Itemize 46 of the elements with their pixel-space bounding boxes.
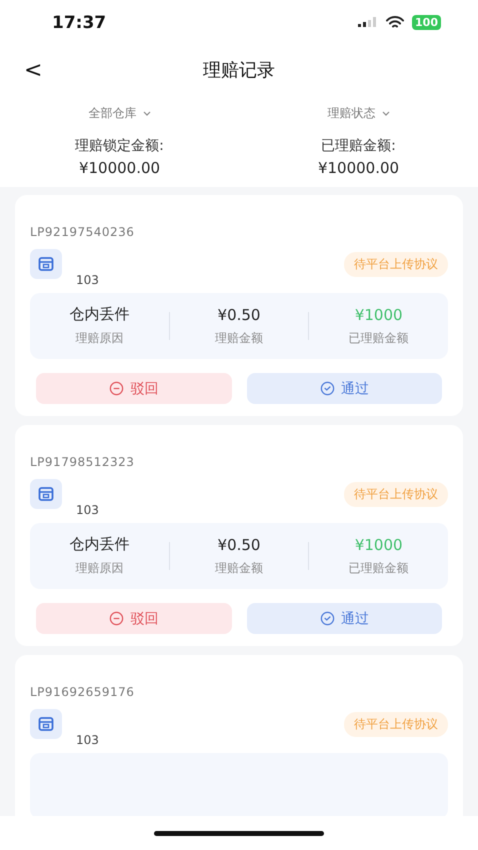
claim-number: LP91692659176 [30,685,136,699]
approve-button[interactable]: 通过 [246,603,442,634]
claim-number: LP92197540236 [30,225,136,239]
check-circle-icon [320,381,335,396]
detail-value: 仓内丢件 [69,535,130,554]
detail-label: 已理赔金额 [348,330,409,346]
status-badge: 待平台上传协议 [344,712,448,736]
summary-label: 理赔锁定金额: [75,137,164,155]
status-badge: 待平台上传协议 [344,252,448,276]
detail-value: ¥0.50 [218,306,260,324]
summary-label: 已理赔金额: [321,137,396,155]
battery-level: 100 [412,15,441,30]
summary-value: ¥10000.00 [78,159,160,177]
status-time: 17:37 [52,12,106,32]
detail-label: 理赔原因 [75,560,124,577]
minus-circle-icon [109,611,124,626]
warehouse-icon [30,709,62,739]
claim-number: LP91798512323 [30,455,136,469]
detail-value: 仓内丢件 [69,305,130,324]
detail-value: ¥1000 [354,306,403,324]
detail-label: 理赔原因 [75,330,124,347]
page-title: 理赔记录 [203,59,275,82]
back-button[interactable]: < [20,58,46,82]
check-circle-icon [320,611,335,626]
status-badge: 待平台上传协议 [344,482,448,506]
detail-label: 理赔金额 [215,560,263,576]
filter-dropdown[interactable]: 全部仓库 [0,104,239,122]
warehouse-icon [30,479,62,509]
chevron-down-icon [142,110,150,116]
detail-value: ¥1000 [354,536,403,554]
warehouse-icon [30,249,62,279]
warehouse-code: 103 [76,273,99,287]
warehouse-code: 103 [76,503,99,517]
reject-button[interactable]: 驳回 [36,373,232,404]
summary-value: ¥10000.00 [318,159,400,177]
cellular-signal-icon [358,16,378,28]
reject-button[interactable]: 驳回 [36,603,232,634]
detail-value: ¥0.50 [218,536,260,554]
filter-dropdown[interactable]: 理赔状态 [239,104,478,122]
minus-circle-icon [109,381,124,396]
wifi-icon [386,16,404,29]
chevron-down-icon [382,110,390,116]
detail-label: 理赔金额 [215,330,263,346]
approve-button[interactable]: 通过 [246,373,442,404]
detail-label: 已理赔金额 [348,560,409,576]
warehouse-code: 103 [76,733,99,747]
